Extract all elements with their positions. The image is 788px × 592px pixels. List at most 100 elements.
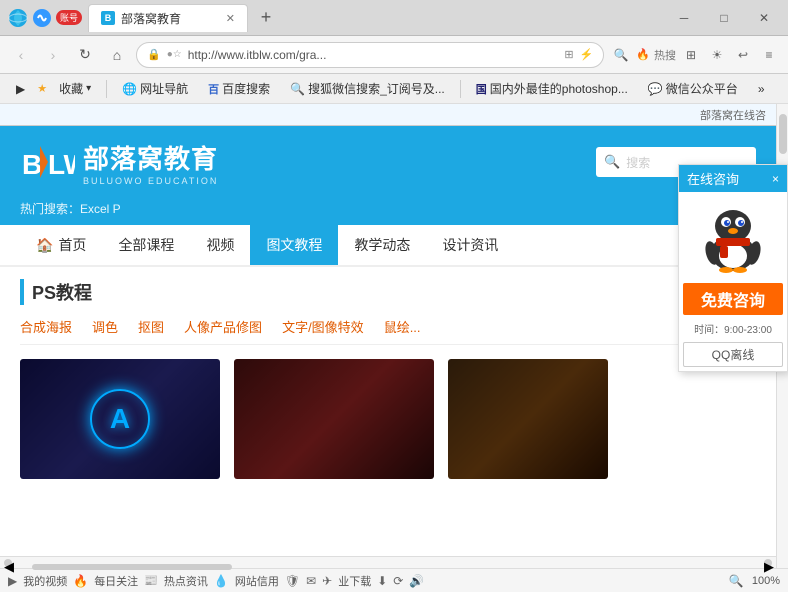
consult-title: 在线咨询 bbox=[687, 169, 739, 188]
tab-favicon-icon: B bbox=[101, 11, 115, 25]
thumb-card-3[interactable] bbox=[448, 359, 648, 479]
tab-title: 部落窝教育 bbox=[121, 10, 181, 27]
search-magnifier-icon: 🔍 bbox=[604, 154, 620, 170]
extensions-icon: ⊞ bbox=[564, 48, 573, 61]
tab-close-button[interactable]: ✕ bbox=[226, 12, 235, 25]
minimize-button[interactable]: ─ bbox=[668, 8, 700, 28]
horizontal-scrollbar[interactable]: ◀ ▶ bbox=[0, 556, 776, 568]
cat-tab-color[interactable]: 调色 bbox=[92, 317, 118, 336]
brightness-icon[interactable]: ☀ bbox=[706, 44, 728, 66]
bookmark-photoshop[interactable]: 国 国内外最佳的photoshop... bbox=[468, 78, 636, 100]
search-icon[interactable]: 🔍 bbox=[610, 44, 632, 66]
address-bar[interactable]: 🔒 ●☆ http://www.itblw.com/gra... ⊞ ⚡ bbox=[136, 42, 604, 68]
lightning-icon: ⚡ bbox=[580, 48, 594, 61]
svg-text:B: B bbox=[22, 149, 42, 180]
browser-logo-icon bbox=[8, 8, 28, 28]
msg-icon: ✉ bbox=[306, 574, 316, 588]
cat-tab-poster[interactable]: 合成海报 bbox=[20, 317, 72, 336]
nav-item-courses[interactable]: 全部课程 bbox=[102, 225, 190, 265]
status-daily[interactable]: 每日关注 bbox=[94, 573, 138, 589]
cat-tab-mouse[interactable]: 鼠绘... bbox=[384, 317, 421, 336]
scroll-thumb[interactable] bbox=[779, 114, 787, 154]
nav-item-news[interactable]: 教学动态 bbox=[338, 225, 426, 265]
h-scroll-left-btn[interactable]: ◀ bbox=[4, 559, 12, 567]
window-controls: ─ □ ✕ bbox=[668, 8, 780, 28]
section-title: PS教程 bbox=[20, 279, 756, 305]
search-placeholder: 搜索 bbox=[626, 154, 650, 171]
cat-tab-portrait[interactable]: 人像产品修图 bbox=[184, 317, 262, 336]
bookmark-baidu[interactable]: 百 百度搜索 bbox=[200, 78, 278, 100]
status-bar-right: 🔍 100% bbox=[729, 574, 780, 588]
account-badge[interactable]: 账号 bbox=[56, 10, 82, 25]
bookmark-wechat[interactable]: 💬 微信公众平台 bbox=[640, 78, 746, 100]
forward-button[interactable]: › bbox=[40, 42, 66, 68]
thumb-card-2[interactable] bbox=[234, 359, 434, 479]
more-bookmarks-label: » bbox=[758, 82, 765, 96]
nav-home-label: 首页 bbox=[58, 235, 86, 255]
page-inner: 部落窝在线咨 B LW 部落窝教育 BULUOWO bbox=[0, 104, 776, 568]
shield-icon: 🛡 bbox=[285, 574, 300, 588]
url-text: http://www.itblw.com/gra... bbox=[188, 48, 559, 62]
home-button[interactable]: ⌂ bbox=[104, 42, 130, 68]
favorites-star-icon: ★ bbox=[37, 82, 47, 95]
bookmark-more[interactable]: » bbox=[750, 78, 773, 100]
bookmark-nav[interactable]: 🌐 网址导航 bbox=[114, 78, 196, 100]
consult-time: 时间：9:00-23:00 bbox=[679, 319, 787, 338]
content-area: PS教程 合成海报 调色 抠图 人像产品修图 文字/图像特效 鼠绘... bbox=[0, 267, 776, 491]
neon-circle-icon: A bbox=[90, 389, 150, 449]
browser-tab[interactable]: B 部落窝教育 ✕ bbox=[88, 4, 248, 32]
home-nav-icon: 🏠 bbox=[36, 237, 53, 254]
menu-icon[interactable]: ≡ bbox=[758, 44, 780, 66]
status-video[interactable]: 我的视频 bbox=[23, 573, 67, 589]
consult-qq-button[interactable]: QQ离线 bbox=[683, 342, 783, 367]
download-label[interactable]: 业下载 bbox=[338, 573, 371, 589]
close-button[interactable]: ✕ bbox=[748, 8, 780, 28]
page-status-notice: 部落窝在线咨 bbox=[0, 104, 776, 126]
bookmark-sogou[interactable]: 🔍 搜狐微信搜索_订阅号及... bbox=[282, 78, 453, 100]
new-tab-button[interactable]: + bbox=[254, 6, 278, 30]
news-icon: 📰 bbox=[144, 574, 158, 587]
nav-item-home[interactable]: 🏠 首页 bbox=[20, 225, 102, 265]
site-header: B LW 部落窝教育 BULUOWO EDUCATION 🔍 搜索 bbox=[0, 126, 776, 198]
site-name: 部落窝教育 bbox=[83, 139, 218, 176]
consult-close-button[interactable]: × bbox=[772, 172, 779, 186]
logo-area: B LW 部落窝教育 BULUOWO EDUCATION bbox=[20, 138, 218, 186]
site-logo-icon: B LW bbox=[20, 138, 75, 186]
cat-tab-text[interactable]: 文字/图像特效 bbox=[282, 317, 364, 336]
consult-free-label: 免费咨询 bbox=[683, 283, 783, 315]
share-icon: ⟳ bbox=[393, 574, 403, 588]
hot-search-bar: 热门搜索：Excel P bbox=[0, 198, 776, 225]
photoshop-label: 国内外最佳的photoshop... bbox=[490, 80, 628, 97]
nav-icon: 🌐 bbox=[122, 82, 137, 96]
browser-frame: 账号 B 部落窝教育 ✕ + ─ □ ✕ ‹ › ↻ ⌂ 🔒 ●☆ http:/… bbox=[0, 0, 788, 592]
site-subtitle: BULUOWO EDUCATION bbox=[83, 176, 218, 186]
neon-a-letter: A bbox=[110, 403, 130, 435]
undo-icon[interactable]: ↩ bbox=[732, 44, 754, 66]
status-bar: ▶ 我的视频 🔥 每日关注 📰 热点资讯 💧 网站信用 🛡 ✉ ✈ 业下载 ⬇ … bbox=[0, 568, 788, 592]
h-scroll-right-btn[interactable]: ▶ bbox=[764, 559, 772, 567]
bookmark-favorites[interactable]: 收藏 ▾ bbox=[51, 78, 99, 100]
bookmark-toggle[interactable]: ▶ bbox=[8, 78, 33, 100]
bookmark-separator-1 bbox=[106, 80, 107, 98]
fire-icon: 🔥 bbox=[73, 574, 88, 588]
consult-header: 在线咨询 × bbox=[679, 165, 787, 192]
status-credit[interactable]: 网站信用 bbox=[235, 573, 279, 589]
thumb-card-1[interactable]: A bbox=[20, 359, 220, 479]
status-news[interactable]: 热点资讯 bbox=[164, 573, 208, 589]
nav-item-video[interactable]: 视频 bbox=[190, 225, 250, 265]
navigation-bar: ‹ › ↻ ⌂ 🔒 ●☆ http://www.itblw.com/gra...… bbox=[0, 36, 788, 74]
qq-avatar-area bbox=[679, 192, 787, 279]
site-navigation: 🏠 首页 全部课程 视频 图文教程 教学动态 设计资讯 bbox=[0, 225, 776, 267]
back-button[interactable]: ‹ bbox=[8, 42, 34, 68]
h-scroll-thumb[interactable] bbox=[32, 564, 232, 570]
cat-tab-cutout[interactable]: 抠图 bbox=[138, 317, 164, 336]
nav-item-tutorial[interactable]: 图文教程 bbox=[250, 225, 338, 265]
maximize-button[interactable]: □ bbox=[708, 8, 740, 28]
thumb-image-1: A bbox=[20, 359, 220, 479]
grid-icon[interactable]: ⊞ bbox=[680, 44, 702, 66]
refresh-button[interactable]: ↻ bbox=[72, 42, 98, 68]
nav-item-design[interactable]: 设计资讯 bbox=[426, 225, 514, 265]
logo-text-area: 部落窝教育 BULUOWO EDUCATION bbox=[83, 139, 218, 186]
cert-icon: ●☆ bbox=[167, 49, 182, 60]
category-tabs: 合成海报 调色 抠图 人像产品修图 文字/图像特效 鼠绘... bbox=[20, 317, 756, 345]
